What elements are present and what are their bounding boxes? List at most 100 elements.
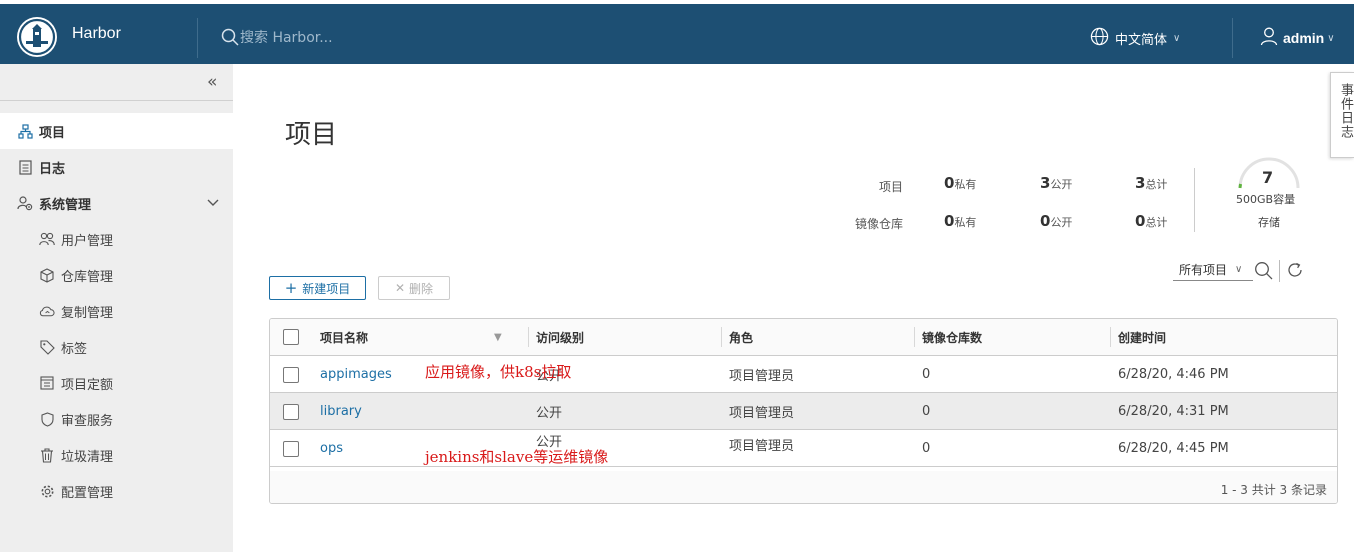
row-checkbox[interactable] bbox=[283, 404, 299, 420]
sidebar-item-garbage-collection[interactable]: 垃圾清理 bbox=[0, 437, 233, 473]
language-label: 中文简体 bbox=[1115, 32, 1168, 48]
harbor-logo-icon[interactable] bbox=[17, 17, 57, 57]
pagination-summary: 1 - 3 共计 3 条记录 bbox=[1220, 483, 1327, 497]
delete-label: 删除 bbox=[409, 281, 434, 296]
header-divider bbox=[1232, 18, 1233, 58]
repo-count: 0 bbox=[922, 404, 931, 419]
storage-label: 存储 bbox=[1258, 216, 1280, 229]
repos-public-count: 0公开 bbox=[1040, 212, 1073, 230]
project-filter-select[interactable]: 所有项目 ∨ bbox=[1173, 259, 1253, 281]
sidebar-item-configuration[interactable]: 配置管理 bbox=[0, 473, 233, 509]
sidebar-item-scanners[interactable]: 审查服务 bbox=[0, 401, 233, 437]
table-row[interactable]: library 公开 项目管理员 0 6/28/20, 4:31 PM bbox=[270, 393, 1337, 430]
column-header-repo-count[interactable]: 镜像仓库数 bbox=[913, 319, 982, 356]
project-icon bbox=[17, 123, 33, 139]
search-input[interactable] bbox=[240, 26, 540, 50]
user-icon bbox=[1259, 26, 1279, 50]
chevron-down-icon bbox=[207, 196, 219, 211]
project-name-link[interactable]: library bbox=[320, 393, 362, 430]
stats-divider bbox=[1194, 168, 1195, 232]
sidebar-item-label: 项目 bbox=[39, 125, 66, 141]
language-selector[interactable]: 中文简体 ∨ bbox=[1090, 27, 1180, 49]
header-divider bbox=[197, 18, 198, 58]
sidebar-item-replications[interactable]: 复制管理 bbox=[0, 293, 233, 329]
projects-private-count: 0私有 bbox=[944, 174, 977, 192]
select-all-checkbox[interactable] bbox=[283, 329, 299, 345]
user-name: admin bbox=[1283, 30, 1325, 46]
chevron-down-icon: ∨ bbox=[1173, 32, 1181, 44]
collapse-sidebar-icon[interactable]: « bbox=[207, 72, 217, 92]
event-log-label: 事件日志 bbox=[1338, 83, 1353, 139]
sidebar-item-registries[interactable]: 仓库管理 bbox=[0, 257, 233, 293]
sidebar-item-quotas[interactable]: 项目定额 bbox=[0, 365, 233, 401]
globe-icon bbox=[1090, 27, 1109, 50]
new-project-button[interactable]: + 新建项目 bbox=[269, 276, 366, 300]
plus-icon: + bbox=[284, 279, 298, 297]
creation-time: 6/28/20, 4:31 PM bbox=[1118, 404, 1229, 419]
sidebar-item-label: 用户管理 bbox=[61, 233, 114, 249]
shield-icon bbox=[39, 411, 55, 427]
table-footer: 1 - 3 共计 3 条记录 bbox=[270, 471, 1337, 503]
annotation-ops: jenkins和slave等运维镜像 bbox=[425, 448, 609, 466]
search-icon[interactable] bbox=[1254, 261, 1273, 284]
annotation-appimages: 应用镜像，供k8s拉取 bbox=[425, 363, 572, 381]
cube-icon bbox=[39, 267, 55, 283]
repos-stat-label: 镜像仓库 bbox=[854, 217, 903, 231]
project-name-link[interactable]: appimages bbox=[320, 356, 392, 393]
role: 项目管理员 bbox=[729, 439, 795, 454]
sidebar-item-logs[interactable]: 日志 bbox=[0, 149, 233, 185]
chevron-down-icon: ∨ bbox=[1327, 32, 1335, 44]
cloud-sync-icon bbox=[39, 303, 55, 319]
tag-icon bbox=[39, 339, 55, 355]
row-checkbox[interactable] bbox=[283, 441, 299, 457]
projects-total-count: 3总计 bbox=[1135, 174, 1168, 192]
role: 项目管理员 bbox=[729, 369, 795, 384]
table-header: 项目名称 ▼ 访问级别 角色 镜像仓库数 创建时间 bbox=[270, 319, 1337, 356]
sidebar-item-label: 配置管理 bbox=[61, 485, 114, 501]
new-project-label: 新建项目 bbox=[302, 281, 351, 296]
sidebar-item-label: 复制管理 bbox=[61, 305, 114, 321]
projects-table: 项目名称 ▼ 访问级别 角色 镜像仓库数 创建时间 appimages 公开 项… bbox=[269, 318, 1338, 504]
column-header-access[interactable]: 访问级别 bbox=[527, 319, 584, 356]
chevron-down-icon: ∨ bbox=[1235, 264, 1243, 275]
delete-button[interactable]: ✕ 删除 bbox=[378, 276, 450, 300]
user-menu[interactable]: admin ∨ bbox=[1259, 27, 1335, 49]
projects-public-count: 3公开 bbox=[1040, 174, 1073, 192]
search-icon[interactable] bbox=[221, 28, 239, 50]
page-title: 项目 bbox=[285, 120, 338, 150]
storage-count: 7 bbox=[1262, 168, 1274, 187]
refresh-icon[interactable] bbox=[1286, 261, 1304, 283]
users-icon bbox=[39, 231, 55, 247]
column-header-role[interactable]: 角色 bbox=[720, 319, 753, 356]
repos-private-count: 0私有 bbox=[944, 212, 977, 230]
sidebar-item-projects[interactable]: 项目 bbox=[0, 113, 233, 149]
sidebar-item-system-admin[interactable]: 系统管理 bbox=[0, 185, 233, 221]
column-header-name[interactable]: 项目名称 bbox=[320, 319, 368, 356]
projects-stat-label: 项目 bbox=[878, 180, 903, 194]
sidebar-divider bbox=[0, 100, 233, 101]
repo-count: 0 bbox=[922, 367, 931, 382]
log-icon bbox=[17, 159, 33, 175]
sidebar-item-label: 日志 bbox=[39, 161, 66, 177]
repos-total-count: 0总计 bbox=[1135, 212, 1168, 230]
top-header: Harbor 中文简体 ∨ admin ∨ bbox=[0, 0, 1354, 64]
sidebar: « 项目 日志 系统管理 用户管理 仓库管理 复制管理 标签 项目定额 审查服务… bbox=[0, 64, 233, 552]
quota-icon bbox=[39, 375, 55, 391]
column-header-created[interactable]: 创建时间 bbox=[1109, 319, 1166, 356]
system-admin-icon bbox=[17, 195, 33, 211]
event-log-tab[interactable]: 事件日志 bbox=[1330, 72, 1354, 158]
filter-icon[interactable]: ▼ bbox=[494, 319, 502, 356]
project-name-link[interactable]: ops bbox=[320, 430, 343, 467]
sidebar-item-label: 项目定额 bbox=[61, 377, 114, 393]
filter-selected-value: 所有项目 bbox=[1179, 263, 1228, 277]
storage-capacity: 500GB容量 bbox=[1236, 193, 1296, 206]
sidebar-item-users[interactable]: 用户管理 bbox=[0, 221, 233, 257]
sidebar-item-label: 系统管理 bbox=[39, 197, 92, 213]
row-checkbox[interactable] bbox=[283, 367, 299, 383]
creation-time: 6/28/20, 4:45 PM bbox=[1118, 441, 1229, 456]
sidebar-item-label: 审查服务 bbox=[61, 413, 114, 429]
toolbar-divider bbox=[1279, 260, 1280, 282]
brand-name[interactable]: Harbor bbox=[72, 25, 121, 43]
sidebar-item-labels[interactable]: 标签 bbox=[0, 329, 233, 365]
role: 项目管理员 bbox=[729, 406, 795, 421]
